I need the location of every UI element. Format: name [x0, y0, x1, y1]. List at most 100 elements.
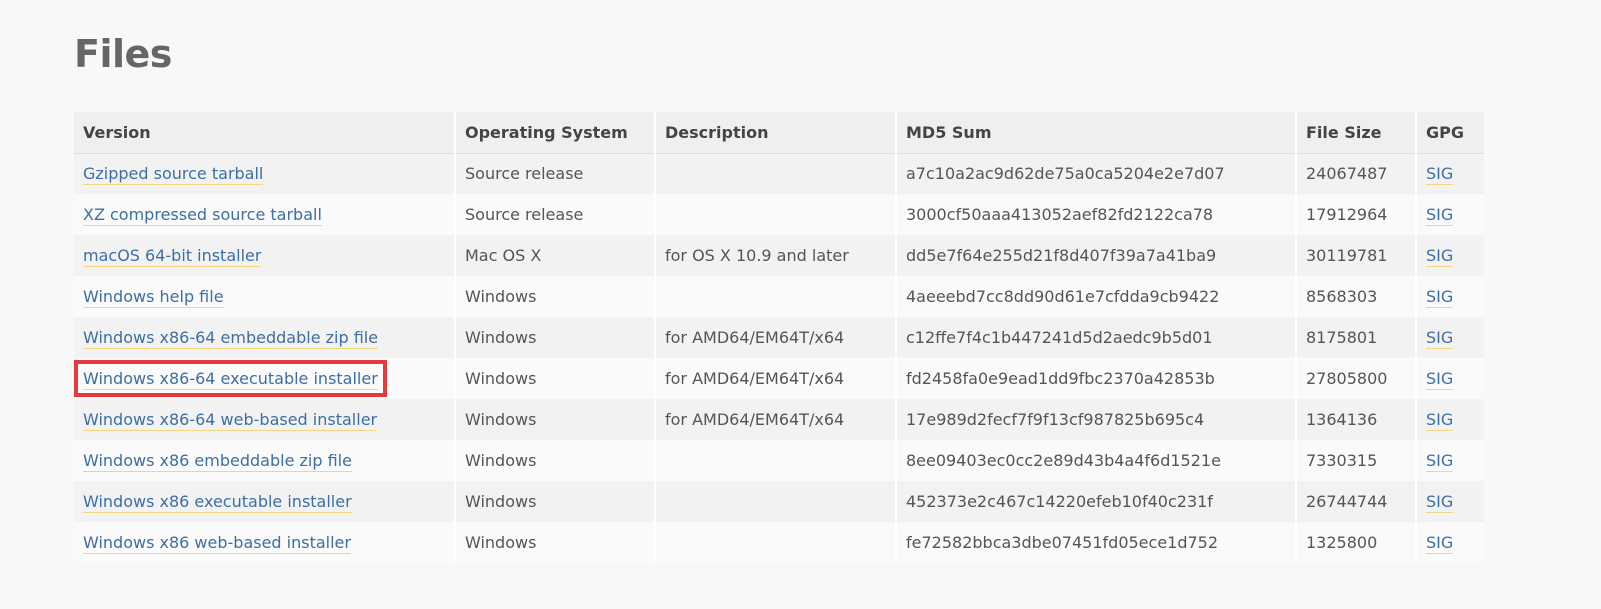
version-cell: Windows x86-64 web-based installer	[74, 399, 456, 440]
gpg-cell: SIG	[1416, 399, 1484, 440]
version-cell: Windows x86 embeddable zip file	[74, 440, 456, 481]
gpg-cell: SIG	[1416, 522, 1484, 563]
file-size-cell: 8568303	[1296, 276, 1417, 317]
description-cell	[655, 194, 897, 235]
gpg-cell: SIG	[1416, 317, 1484, 358]
file-size-cell: 1325800	[1296, 522, 1417, 563]
gpg-cell: SIG	[1416, 235, 1484, 276]
table-row: Windows x86 web-based installer Windows …	[74, 522, 1484, 563]
description-cell	[655, 522, 897, 563]
table-row: Windows x86 executable installer Windows…	[74, 481, 1484, 522]
version-link-windows-x86-executable-installer[interactable]: Windows x86 executable installer	[83, 492, 352, 513]
version-cell: XZ compressed source tarball	[74, 194, 456, 235]
version-link-xz-compressed-source-tarball[interactable]: XZ compressed source tarball	[83, 205, 322, 226]
os-cell: Windows	[455, 481, 656, 522]
sig-link[interactable]: SIG	[1426, 410, 1454, 431]
os-cell: Mac OS X	[455, 235, 656, 276]
table-row-highlighted: Windows x86-64 executable installer Wind…	[74, 358, 1484, 399]
md5-cell: 17e989d2fecf7f9f13cf987825b695c4	[896, 399, 1297, 440]
md5-cell: c12ffe7f4c1b447241d5d2aedc9b5d01	[896, 317, 1297, 358]
md5-cell: fd2458fa0e9ead1dd9fbc2370a42853b	[896, 358, 1297, 399]
description-cell: for AMD64/EM64T/x64	[655, 358, 897, 399]
header-description: Description	[655, 112, 897, 154]
description-cell: for AMD64/EM64T/x64	[655, 399, 897, 440]
version-cell: Windows x86 web-based installer	[74, 522, 456, 563]
gpg-cell: SIG	[1416, 440, 1484, 481]
sig-link[interactable]: SIG	[1426, 246, 1454, 267]
os-cell: Source release	[455, 194, 656, 235]
version-link-windows-help-file[interactable]: Windows help file	[83, 287, 224, 308]
os-cell: Source release	[455, 153, 656, 194]
os-cell: Windows	[455, 358, 656, 399]
version-cell: Windows x86-64 executable installer	[74, 358, 456, 399]
version-cell: Windows help file	[74, 276, 456, 317]
header-row: Version Operating System Description MD5…	[74, 112, 1484, 154]
version-link-gzipped-source-tarball[interactable]: Gzipped source tarball	[83, 164, 264, 186]
md5-cell: 452373e2c467c14220efeb10f40c231f	[896, 481, 1297, 522]
header-operating-system: Operating System	[455, 112, 656, 154]
header-md5-sum: MD5 Sum	[896, 112, 1297, 154]
table-row: Gzipped source tarball Source release a7…	[74, 153, 1484, 194]
sig-link[interactable]: SIG	[1426, 533, 1454, 554]
md5-cell: 4aeeebd7cc8dd90d61e7cfdda9cb9422	[896, 276, 1297, 317]
files-table-body: Gzipped source tarball Source release a7…	[74, 153, 1484, 563]
files-table: Version Operating System Description MD5…	[74, 112, 1484, 563]
table-row: Windows x86-64 embeddable zip file Windo…	[74, 317, 1484, 358]
sig-link[interactable]: SIG	[1426, 205, 1454, 226]
highlight-box: Windows x86-64 executable installer	[74, 360, 387, 397]
description-cell	[655, 153, 897, 194]
file-size-cell: 24067487	[1296, 153, 1417, 194]
table-row: Windows x86 embeddable zip file Windows …	[74, 440, 1484, 481]
file-size-cell: 8175801	[1296, 317, 1417, 358]
os-cell: Windows	[455, 276, 656, 317]
description-cell	[655, 440, 897, 481]
gpg-cell: SIG	[1416, 276, 1484, 317]
os-cell: Windows	[455, 317, 656, 358]
files-table-header: Version Operating System Description MD5…	[74, 112, 1484, 154]
sig-link[interactable]: SIG	[1426, 164, 1454, 186]
description-cell: for OS X 10.9 and later	[655, 235, 897, 276]
table-row: macOS 64-bit installer Mac OS X for OS X…	[74, 235, 1484, 276]
file-size-cell: 26744744	[1296, 481, 1417, 522]
gpg-cell: SIG	[1416, 358, 1484, 399]
version-link-windows-x86-web-based-installer[interactable]: Windows x86 web-based installer	[83, 533, 351, 554]
description-cell	[655, 481, 897, 522]
os-cell: Windows	[455, 440, 656, 481]
header-gpg: GPG	[1416, 112, 1484, 154]
page-title: Files	[74, 32, 172, 76]
file-size-cell: 7330315	[1296, 440, 1417, 481]
version-link-macos-64-bit-installer[interactable]: macOS 64-bit installer	[83, 246, 262, 267]
file-size-cell: 27805800	[1296, 358, 1417, 399]
header-version: Version	[74, 112, 456, 154]
description-cell	[655, 276, 897, 317]
gpg-cell: SIG	[1416, 481, 1484, 522]
header-file-size: File Size	[1296, 112, 1417, 154]
version-link-windows-x86-64-executable-installer[interactable]: Windows x86-64 executable installer	[83, 369, 378, 390]
sig-link[interactable]: SIG	[1426, 328, 1454, 349]
version-cell: macOS 64-bit installer	[74, 235, 456, 276]
md5-cell: dd5e7f64e255d21f8d407f39a7a41ba9	[896, 235, 1297, 276]
os-cell: Windows	[455, 522, 656, 563]
md5-cell: 3000cf50aaa413052aef82fd2122ca78	[896, 194, 1297, 235]
version-cell: Gzipped source tarball	[74, 153, 456, 194]
table-row: Windows help file Windows 4aeeebd7cc8dd9…	[74, 276, 1484, 317]
description-cell: for AMD64/EM64T/x64	[655, 317, 897, 358]
sig-link[interactable]: SIG	[1426, 287, 1454, 308]
version-link-windows-x86-64-embeddable-zip[interactable]: Windows x86-64 embeddable zip file	[83, 328, 379, 349]
sig-link[interactable]: SIG	[1426, 369, 1454, 390]
version-link-windows-x86-embeddable-zip[interactable]: Windows x86 embeddable zip file	[83, 451, 352, 472]
file-size-cell: 17912964	[1296, 194, 1417, 235]
os-cell: Windows	[455, 399, 656, 440]
file-size-cell: 1364136	[1296, 399, 1417, 440]
gpg-cell: SIG	[1416, 153, 1484, 194]
sig-link[interactable]: SIG	[1426, 451, 1454, 472]
version-cell: Windows x86-64 embeddable zip file	[74, 317, 456, 358]
md5-cell: fe72582bbca3dbe07451fd05ece1d752	[896, 522, 1297, 563]
gpg-cell: SIG	[1416, 194, 1484, 235]
version-link-windows-x86-64-web-based-installer[interactable]: Windows x86-64 web-based installer	[83, 410, 378, 431]
table-row: XZ compressed source tarball Source rele…	[74, 194, 1484, 235]
version-cell: Windows x86 executable installer	[74, 481, 456, 522]
sig-link[interactable]: SIG	[1426, 492, 1454, 513]
file-size-cell: 30119781	[1296, 235, 1417, 276]
table-row: Windows x86-64 web-based installer Windo…	[74, 399, 1484, 440]
